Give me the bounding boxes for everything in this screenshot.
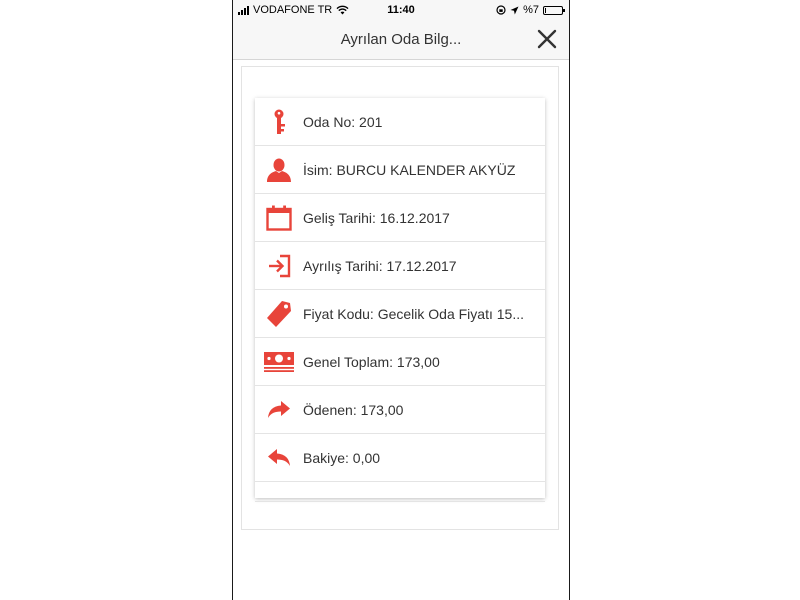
price-tag-icon: [267, 300, 291, 327]
detail-text: Ödenen: 173,00: [303, 401, 404, 418]
detail-text: Fiyat Kodu: Gecelik Oda Fiyatı 15...: [303, 305, 524, 322]
money-icon: [264, 351, 294, 372]
sign-out-icon: [269, 254, 291, 277]
calendar-icon: [266, 205, 292, 231]
key-icon: [274, 109, 285, 134]
detail-row-grand-total[interactable]: Genel Toplam: 173,00: [255, 338, 545, 386]
detail-text: Oda No: 201: [303, 113, 383, 130]
detail-text: İsim: BURCU KALENDER AKYÜZ: [303, 161, 516, 178]
close-button[interactable]: [535, 27, 559, 51]
phone-screen: VODAFONE TR 11:40 %7 Ayrılan Oda Bilg...: [232, 0, 570, 600]
status-right: %7: [496, 4, 565, 16]
forward-arrow-icon: [268, 400, 290, 418]
page-title: Ayrılan Oda Bilg...: [340, 31, 462, 48]
reply-arrow-icon: [268, 448, 290, 466]
detail-text: Geliş Tarihi: 16.12.2017: [303, 209, 450, 226]
detail-text: Bakiye: 0,00: [303, 449, 381, 466]
battery-icon: [543, 5, 565, 15]
navigation-bar: Ayrılan Oda Bilg...: [233, 20, 569, 60]
rotation-lock-icon: [496, 5, 506, 15]
detail-row-name[interactable]: İsim: BURCU KALENDER AKYÜZ: [255, 146, 545, 194]
detail-row-departure-date[interactable]: Ayrılış Tarihi: 17.12.2017: [255, 242, 545, 290]
status-bar: VODAFONE TR 11:40 %7: [233, 0, 569, 20]
close-icon: [537, 29, 557, 49]
detail-text: Ayrılış Tarihi: 17.12.2017: [303, 257, 457, 274]
detail-row-room-number[interactable]: Oda No: 201: [255, 98, 545, 146]
detail-row-rate-code[interactable]: Fiyat Kodu: Gecelik Oda Fiyatı 15...: [255, 290, 545, 338]
detail-row-arrival-date[interactable]: Geliş Tarihi: 16.12.2017: [255, 194, 545, 242]
person-icon: [267, 158, 291, 182]
detail-text: Genel Toplam: 173,00: [303, 353, 440, 370]
details-card: Oda No: 201 İsim: BURCU KALENDER AKYÜZ G…: [255, 98, 545, 502]
location-arrow-icon: [510, 6, 519, 14]
detail-row-balance[interactable]: Bakiye: 0,00: [255, 434, 545, 482]
detail-row-empty: [255, 482, 545, 502]
battery-percent: %7: [523, 4, 539, 16]
detail-row-paid[interactable]: Ödenen: 173,00: [255, 386, 545, 434]
